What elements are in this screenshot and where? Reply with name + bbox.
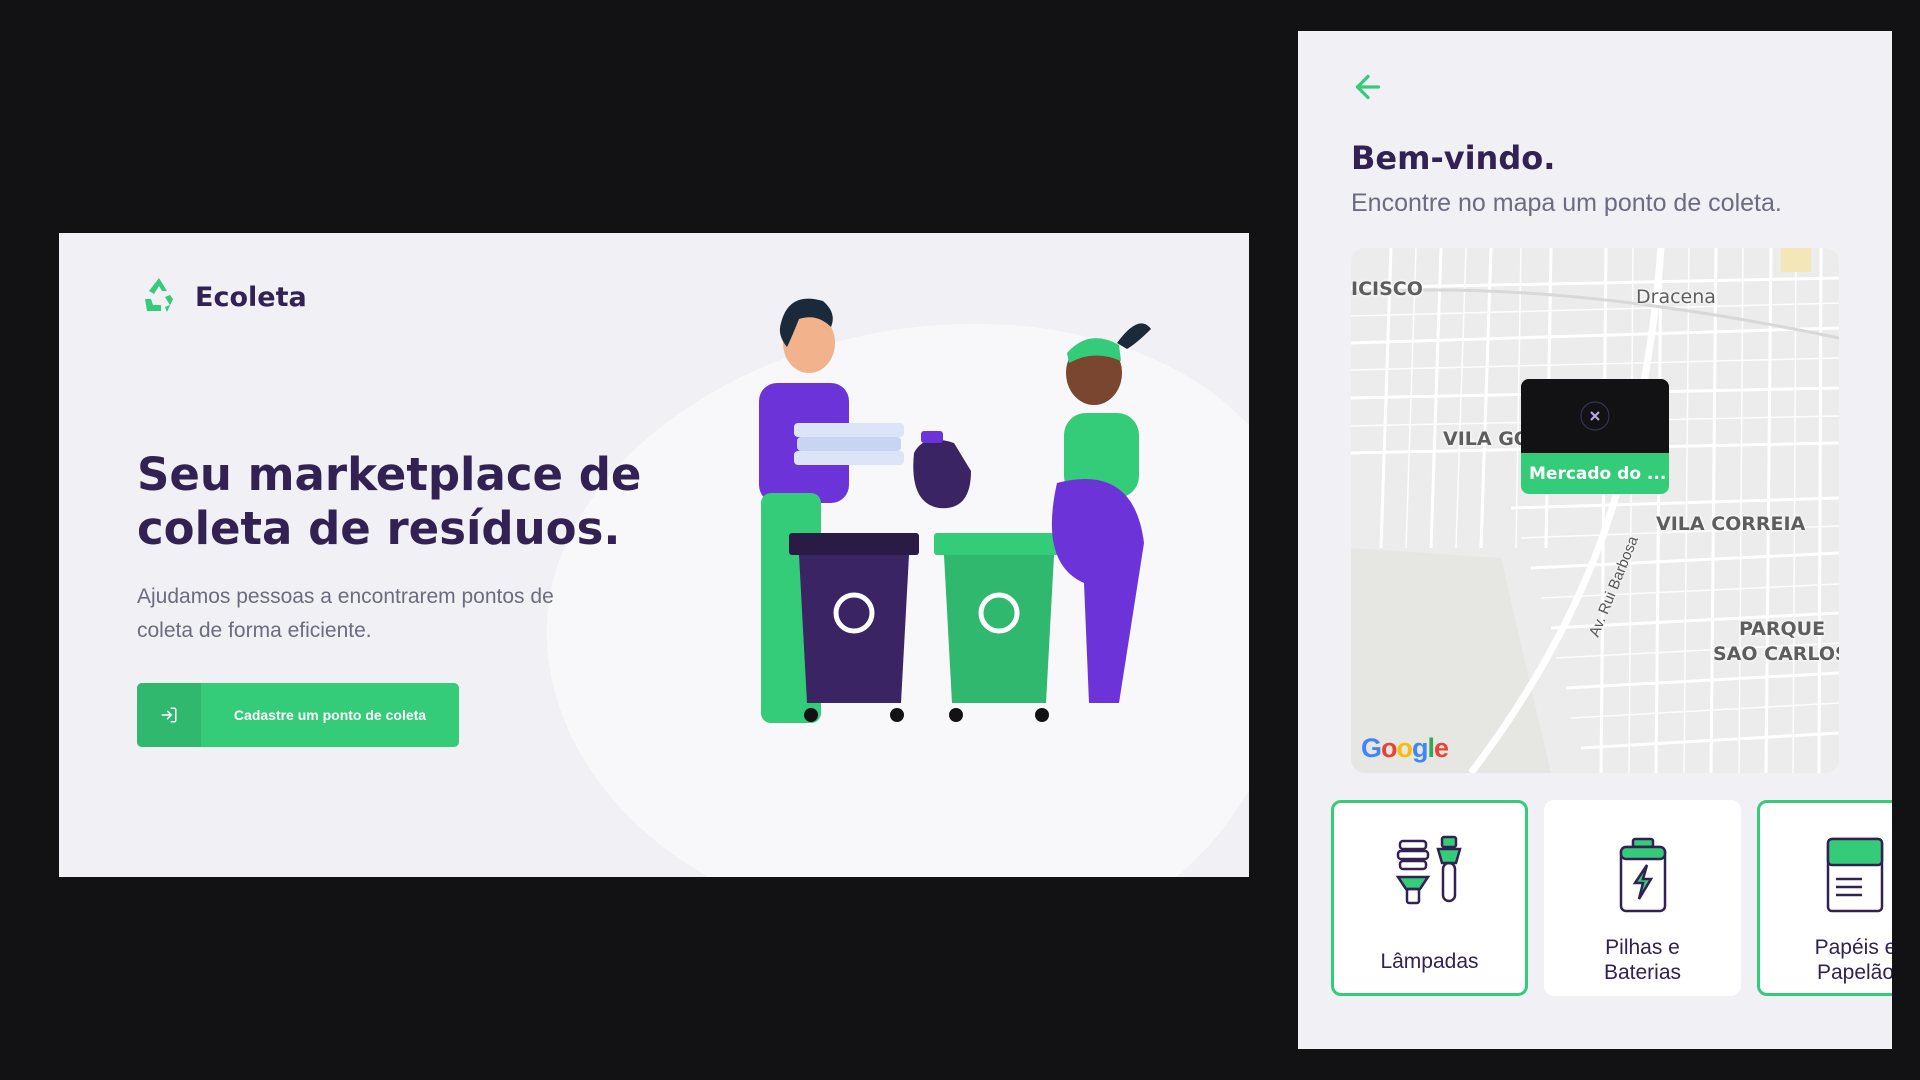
map-label-sao-carlos: SAO CARLOS bbox=[1713, 643, 1839, 665]
collection-point-marker[interactable]: Mercado do ... bbox=[1521, 379, 1669, 494]
web-landing-page: Ecoleta Seu marketplace de coleta de res… bbox=[59, 233, 1249, 877]
item-pilhas-baterias[interactable]: Pilhas e Baterias bbox=[1544, 800, 1741, 996]
map-label-vila-correia: VILA CORREIA bbox=[1656, 513, 1806, 535]
register-point-button[interactable]: Cadastre um ponto de coleta bbox=[137, 683, 459, 747]
brand-name: Ecoleta bbox=[195, 281, 307, 313]
hero-subtitle: Ajudamos pessoas a encontrarem pontos de… bbox=[137, 585, 554, 642]
paper-icon bbox=[1826, 837, 1883, 913]
map-label-dracena: Dracena bbox=[1636, 286, 1716, 308]
back-arrow-icon[interactable] bbox=[1350, 69, 1386, 105]
hero-title: Seu marketplace de coleta de resíduos. bbox=[137, 448, 642, 555]
marker-label: Mercado do ... bbox=[1529, 463, 1667, 484]
welcome-subtitle: Encontre no mapa um ponto de coleta. bbox=[1351, 189, 1782, 217]
marker-thumbnail bbox=[1521, 379, 1669, 453]
register-point-label: Cadastre um ponto de coleta bbox=[233, 707, 427, 723]
collection-points-map[interactable]: ICISCO Dracena VILA GO VILA CORREIA PARQ… bbox=[1351, 248, 1839, 773]
item-label-lampadas: Lâmpadas bbox=[1380, 950, 1479, 973]
recycling-people-illustration bbox=[759, 298, 1151, 723]
item-papeis-papelao[interactable]: Papéis e Papelão bbox=[1757, 800, 1892, 996]
item-label-pilhas-baterias: Pilhas e Baterias bbox=[1603, 936, 1682, 984]
lamps-icon bbox=[1395, 835, 1462, 905]
thumbnail-icon bbox=[1580, 401, 1610, 431]
item-label-papeis-papelao: Papéis e Papelão bbox=[1814, 936, 1892, 984]
recycle-logo-icon bbox=[145, 278, 173, 312]
logo[interactable]: Ecoleta bbox=[137, 275, 307, 319]
map-label-vila-go: VILA GO bbox=[1443, 428, 1530, 450]
welcome-title: Bem-vindo. bbox=[1351, 139, 1556, 177]
mobile-app-screen: Bem-vindo. Encontre no mapa um ponto de … bbox=[1298, 31, 1892, 1049]
item-lampadas[interactable]: Lâmpadas bbox=[1331, 800, 1528, 996]
google-logo: Google bbox=[1361, 733, 1449, 763]
battery-icon bbox=[1619, 837, 1666, 913]
map-label-parque: PARQUE bbox=[1739, 618, 1826, 640]
map-label-icisco: ICISCO bbox=[1351, 278, 1423, 300]
item-category-list: Lâmpadas Pilhas e Baterias Papéis e Pape… bbox=[1331, 800, 1892, 1000]
map-streets bbox=[1351, 248, 1839, 773]
log-in-icon bbox=[137, 683, 201, 747]
